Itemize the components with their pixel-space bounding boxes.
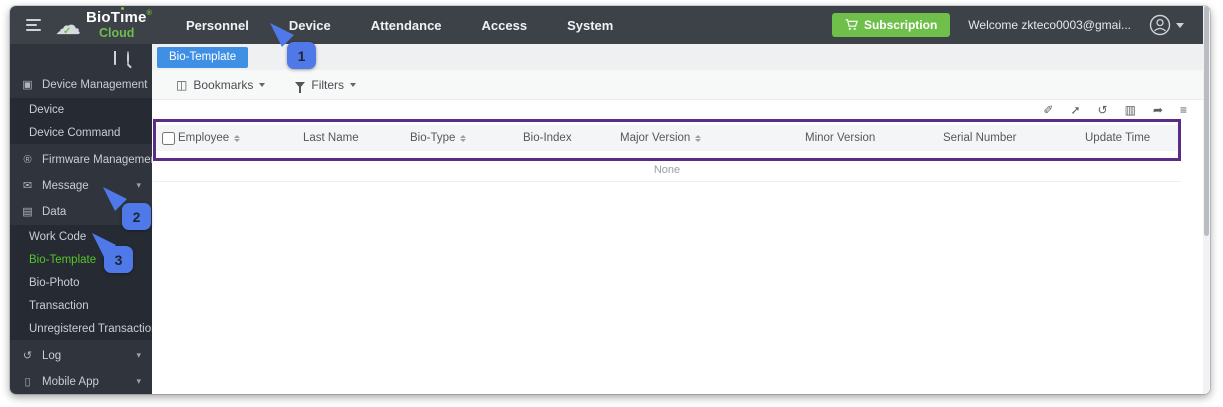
sidebar-group-log[interactable]: ↺ Log ▾ [10,344,152,367]
sidebar-item-transaction[interactable]: Transaction [10,294,152,317]
sort-icon[interactable] [460,134,467,142]
callout-tail [92,233,116,257]
mobile-app-icon: ▯ [24,376,31,388]
column-header-employee[interactable]: Employee [178,132,303,144]
brand-logo: ☁ ✓ BioTıme® Cloud [55,10,152,40]
chevron-down-icon: ▾ [136,180,141,190]
column-header-update-time: Update Time [1085,132,1151,144]
clear-icon[interactable]: ✐ [1043,103,1053,118]
sidebar-item-device[interactable]: Device [10,98,152,121]
device-management-icon: ▣ [22,79,33,91]
bookmarks-dropdown[interactable]: ◫ Bookmarks [176,77,266,92]
vertical-scrollbar[interactable] [1203,6,1210,394]
table-actions: ✐ ➚ ↺ ▥ ➦ ≡ [152,100,1203,119]
chevron-down-icon: ▾ [136,350,141,360]
annotation-callout-1: 1 [270,23,316,69]
filter-toolbar: ◫ Bookmarks Filters [152,70,1210,100]
columns-icon[interactable]: ▥ [1125,103,1136,118]
sort-icon[interactable] [234,134,241,142]
nav-item-system[interactable]: System [565,8,615,43]
sidebar-group-mobile-app[interactable]: ▯ Mobile App ▾ [10,370,152,393]
settings-icon[interactable]: ≡ [1180,103,1187,118]
column-header-minor-version: Minor Version [805,132,876,144]
avatar-icon [1149,14,1171,36]
column-header-serial-number: Serial Number [943,132,1017,144]
sidebar-group-message[interactable]: ✉ Message ▾ [10,174,152,197]
sidebar-item-unregistered-transactions[interactable]: Unregistered Transactions [10,317,163,340]
tab-bio-template[interactable]: Bio-Template [157,47,249,68]
main-content: Bio-Template ◫ Bookmarks Filters ✐ ➚ ↺ ▥… [152,44,1210,394]
table-panel: ✐ ➚ ↺ ▥ ➦ ≡ Employee Last Name Bio-Type … [152,100,1203,394]
annotation-highlight-box: Employee Last Name Bio-Type Bio-Index Ma… [153,119,1181,161]
empty-table-message: None [153,161,1181,182]
welcome-text: Welcome zkteco0003@gmai... [968,18,1131,32]
firmware-icon: ® [23,153,32,166]
cloud-logo-icon: ☁ ✓ [55,10,81,40]
nav-item-personnel[interactable]: Personnel [184,8,251,43]
scrollbar-thumb[interactable] [1204,6,1209,236]
chevron-down-icon [1176,22,1184,28]
brand-subtitle: Cloud [99,26,135,41]
refresh-icon[interactable]: ↺ [1098,103,1108,118]
filters-dropdown[interactable]: Filters [295,78,357,93]
column-header-last-name: Last Name [303,132,359,144]
app-window: ☁ ✓ BioTıme® Cloud Personnel Device Atten… [10,6,1210,394]
table-header-row: Employee Last Name Bio-Type Bio-Index Ma… [156,125,1178,151]
user-account-menu[interactable] [1149,14,1184,36]
chevron-down-icon [259,82,266,87]
select-all-checkbox[interactable] [162,131,175,145]
sidebar-group-firmware-management[interactable]: ® Firmware Management ▾ [10,148,172,171]
callout-tail [270,23,294,47]
expand-icon[interactable]: ➚ [1070,103,1080,118]
message-icon: ✉ [22,180,33,192]
callout-tail [103,187,127,211]
brand-name: BioTıme® [86,9,152,27]
sidebar-item-bio-photo[interactable]: Bio-Photo [10,271,152,294]
annotation-callout-2: 2 [103,187,151,230]
hamburger-menu-icon[interactable] [26,16,41,34]
funnel-icon [295,81,306,93]
cart-icon [845,19,858,30]
tag-icon[interactable] [114,51,116,65]
sidebar-item-device-command[interactable]: Device Command [10,121,152,144]
chevron-down-icon: ▾ [136,376,141,386]
top-navbar: ☁ ✓ BioTıme® Cloud Personnel Device Atten… [10,6,1210,53]
sort-icon[interactable] [695,134,702,142]
data-icon: ▤ [22,206,33,218]
subscription-button[interactable]: Subscription [831,13,951,37]
export-icon[interactable]: ➦ [1153,103,1163,118]
main-menu: Personnel Device Attendance Access Syste… [184,8,615,53]
search-icon[interactable] [127,51,129,65]
nav-item-attendance[interactable]: Attendance [369,8,444,43]
book-icon: ◫ [176,77,188,92]
sidebar-group-device-management[interactable]: ▣ Device Management ▴ [10,73,160,96]
nav-item-access[interactable]: Access [480,8,530,43]
chevron-down-icon [350,82,357,87]
column-header-bio-index: Bio-Index [523,132,572,144]
log-icon: ↺ [22,350,33,362]
column-header-bio-type[interactable]: Bio-Type [410,132,523,144]
annotation-callout-3: 3 [92,233,133,273]
column-header-major-version[interactable]: Major Version [620,132,805,144]
